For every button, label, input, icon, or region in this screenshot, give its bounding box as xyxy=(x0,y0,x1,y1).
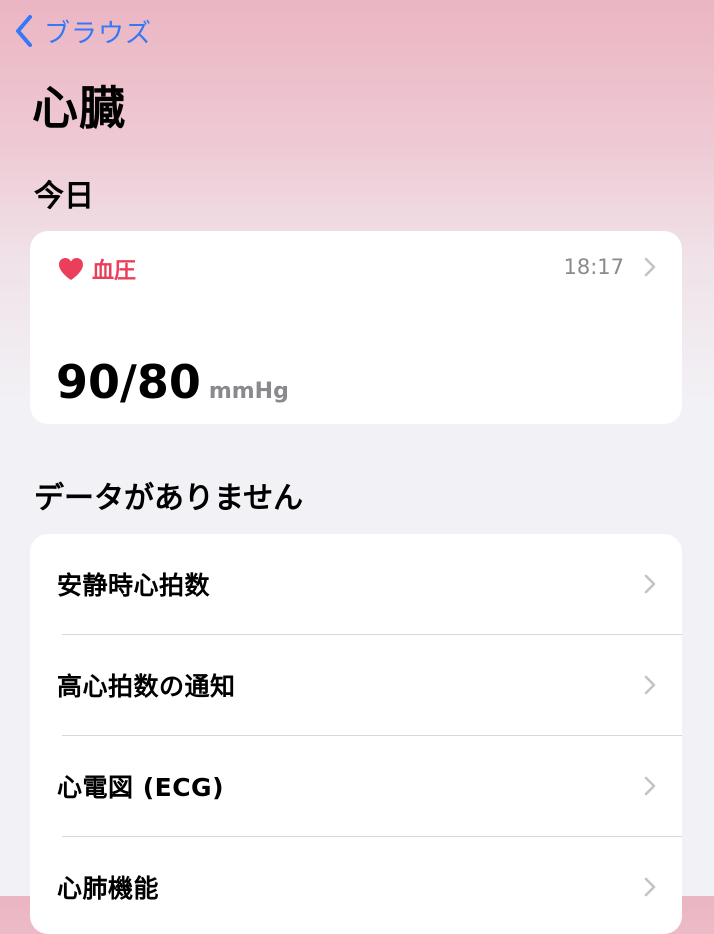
chevron-right-icon xyxy=(644,877,656,897)
list-item-cardio-fitness[interactable]: 心肺機能 xyxy=(30,837,682,934)
back-button-label: ブラウズ xyxy=(44,18,153,49)
chevron-right-icon xyxy=(644,257,656,277)
list-item-label: 高心拍数の通知 xyxy=(57,672,236,701)
list-item-high-heart-rate-notifications[interactable]: 高心拍数の通知 xyxy=(30,635,682,735)
heart-icon xyxy=(59,258,83,280)
section-title-no-data: データがありません xyxy=(34,481,304,516)
list-item-label: 安静時心拍数 xyxy=(57,571,211,600)
blood-pressure-card[interactable]: 血圧 18:17 90/80 mmHg xyxy=(30,231,682,424)
chevron-right-icon xyxy=(644,776,656,796)
list-item-label: 心電図 (ECG) xyxy=(57,773,225,802)
blood-pressure-time: 18:17 xyxy=(563,255,624,279)
blood-pressure-card-header: 血圧 xyxy=(58,253,136,285)
section-title-today: 今日 xyxy=(34,179,94,214)
blood-pressure-value: 90/80 xyxy=(56,355,201,409)
back-button[interactable]: ブラウズ xyxy=(14,12,152,50)
chevron-right-icon xyxy=(644,675,656,695)
list-item-resting-heart-rate[interactable]: 安静時心拍数 xyxy=(30,534,682,634)
blood-pressure-reading: 90/80 mmHg xyxy=(56,355,289,409)
list-item-label: 心肺機能 xyxy=(57,874,160,903)
list-item-ecg[interactable]: 心電図 (ECG) xyxy=(30,736,682,836)
page-title: 心臓 xyxy=(32,81,126,135)
chevron-left-icon xyxy=(16,15,32,47)
blood-pressure-unit: mmHg xyxy=(208,379,289,404)
chevron-right-icon xyxy=(644,574,656,594)
blood-pressure-category: 血圧 xyxy=(92,259,137,284)
no-data-list: 安静時心拍数 高心拍数の通知 心電図 (ECG) 心肺機能 xyxy=(30,534,682,934)
